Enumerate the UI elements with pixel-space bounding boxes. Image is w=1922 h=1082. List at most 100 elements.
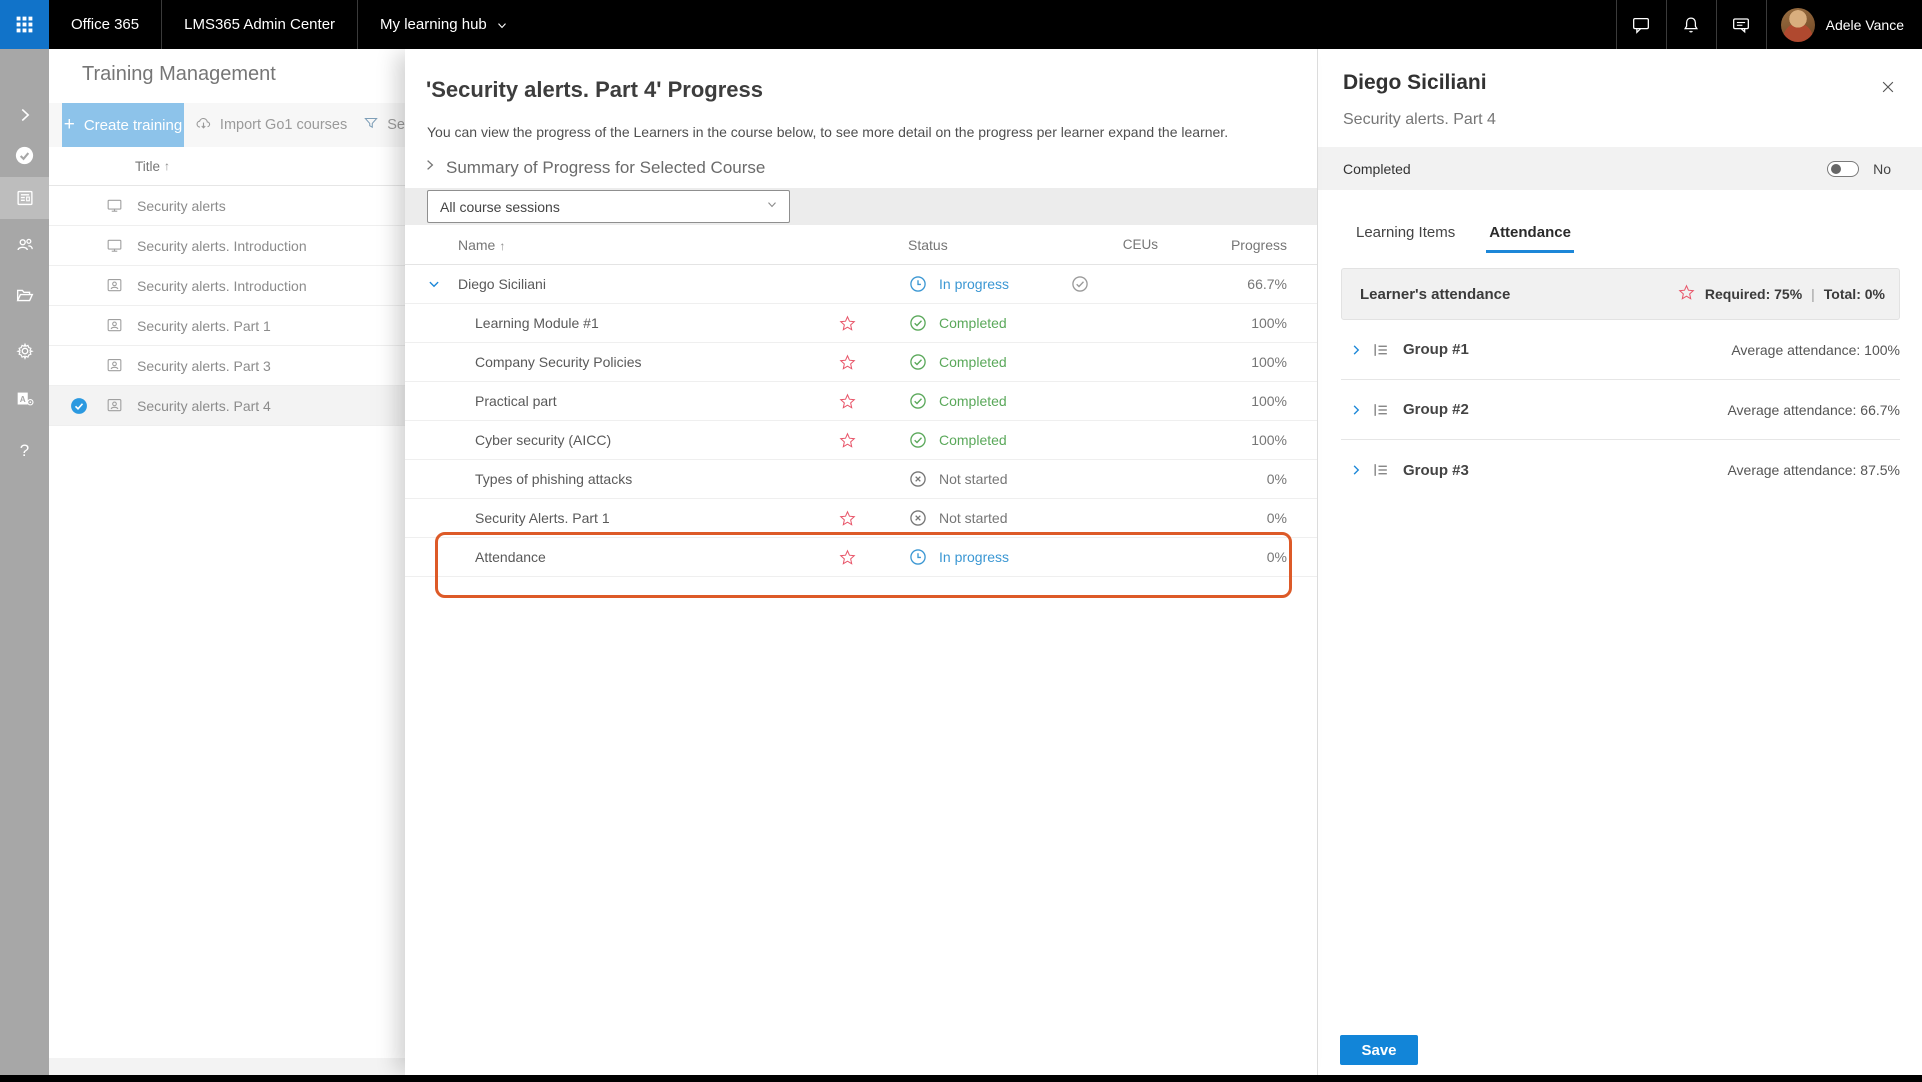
progress-value: 66.7%: [1182, 276, 1292, 292]
training-title: Security alerts. Part 3: [137, 358, 271, 374]
sidebar-item-training[interactable]: Security alerts. Part 3: [49, 346, 405, 386]
create-training-button[interactable]: + Create training: [62, 103, 184, 147]
group-list-icon: [1371, 400, 1403, 420]
name-column-header[interactable]: Name↑: [458, 237, 802, 253]
dialog-description: You can view the progress of the Learner…: [427, 124, 1287, 140]
star-icon: [1677, 283, 1696, 305]
person-frame-icon: [105, 316, 124, 335]
my-learning-hub-menu[interactable]: My learning hub: [358, 0, 531, 49]
session-filter-strip: All course sessions: [405, 188, 1317, 225]
group-list-icon: [1371, 340, 1403, 360]
summary-expander[interactable]: Summary of Progress for Selected Course: [422, 157, 765, 178]
x-circle-icon: [908, 508, 928, 528]
sidebar-item-training[interactable]: Security alerts. Part 1: [49, 306, 405, 346]
learning-item-name: Practical part: [458, 393, 802, 409]
progress-value: 0%: [1182, 510, 1292, 526]
chevron-right-icon[interactable]: [1341, 461, 1371, 479]
toggle-value: No: [1873, 161, 1891, 177]
sidebar-item-training[interactable]: Security alerts. Part 4: [49, 386, 405, 426]
app-launcher-icon[interactable]: [0, 0, 49, 49]
status-column-header[interactable]: Status: [892, 237, 1062, 253]
check-circle-icon[interactable]: [0, 134, 49, 176]
import-go1-courses-button[interactable]: Import Go1 courses: [194, 114, 347, 137]
status-cell: Not started: [892, 508, 1062, 528]
office-brand[interactable]: Office 365: [49, 0, 161, 49]
attendance-group-row[interactable]: Group #1Average attendance: 100%: [1341, 320, 1900, 380]
chevron-right-icon[interactable]: [1341, 401, 1371, 419]
divider: |: [1811, 286, 1815, 302]
funnel-icon: [362, 114, 380, 136]
star-icon: [802, 509, 892, 528]
my-learning-hub-label: My learning hub: [380, 16, 487, 33]
save-button[interactable]: Save: [1340, 1035, 1418, 1065]
clock-icon: [908, 274, 928, 294]
people-icon[interactable]: [0, 224, 49, 266]
window-bottom-border: [0, 1075, 1922, 1082]
attendance-group-row[interactable]: Group #2Average attendance: 66.7%: [1341, 380, 1900, 440]
sidebar-item-training[interactable]: Security alerts. Introduction: [49, 226, 405, 266]
course-subtitle: Security alerts. Part 4: [1343, 111, 1496, 129]
sidebar-footer-strip: [49, 1058, 405, 1075]
progress-table-row[interactable]: Company Security PoliciesCompleted100%: [405, 343, 1317, 382]
progress-table-row[interactable]: Practical partCompleted100%: [405, 382, 1317, 421]
training-title: Security alerts: [137, 198, 226, 214]
progress-value: 100%: [1182, 315, 1292, 331]
chevron-right-icon[interactable]: [1341, 341, 1371, 359]
translate-app-icon[interactable]: A: [0, 378, 49, 420]
title-column-header[interactable]: Title ↑: [49, 147, 405, 186]
progress-table-row[interactable]: AttendanceIn progress0%: [405, 538, 1317, 577]
star-icon: [802, 548, 892, 567]
training-list-icon[interactable]: [0, 177, 49, 219]
sidebar-item-training[interactable]: Security alerts: [49, 186, 405, 226]
status-label: Completed: [939, 315, 1007, 331]
progress-table-row[interactable]: Cyber security (AICC)Completed100%: [405, 421, 1317, 460]
selected-check-icon[interactable]: [69, 396, 89, 421]
filter-button[interactable]: Se: [362, 114, 405, 136]
tab-attendance[interactable]: Attendance: [1486, 224, 1574, 253]
course-progress-dialog: 'Security alerts. Part 4' Progress You c…: [405, 49, 1317, 1075]
user-menu[interactable]: Adele Vance: [1767, 0, 1922, 49]
toggle-switch[interactable]: [1827, 161, 1859, 177]
progress-table-row[interactable]: Learning Module #1Completed100%: [405, 304, 1317, 343]
ceus-column-header[interactable]: CEUs: [1062, 237, 1182, 252]
sidebar-toolbar: + Create training Import Go1 courses Se: [49, 103, 405, 147]
training-title: Security alerts. Part 4: [137, 398, 271, 414]
progress-table-row[interactable]: Types of phishing attacksNot started0%: [405, 460, 1317, 499]
gear-icon[interactable]: [0, 330, 49, 372]
completed-label: Completed: [1343, 161, 1411, 177]
learning-item-name: Company Security Policies: [458, 354, 802, 370]
avatar[interactable]: [1781, 8, 1815, 42]
sort-ascending-icon: ↑: [164, 159, 170, 173]
tab-learning-items[interactable]: Learning Items: [1353, 224, 1458, 253]
folder-icon[interactable]: [0, 274, 49, 316]
expand-rail-icon[interactable]: [0, 94, 49, 136]
chevron-down-icon[interactable]: [425, 275, 458, 293]
chat-icon[interactable]: [1617, 0, 1666, 49]
progress-table-row[interactable]: Diego SicilianiIn progress66.7%: [405, 265, 1317, 304]
progress-table: Diego SicilianiIn progress66.7%Learning …: [405, 265, 1317, 577]
sidebar-item-training[interactable]: Security alerts. Introduction: [49, 266, 405, 306]
learning-item-name: Security Alerts. Part 1: [458, 510, 802, 526]
attendance-group-row[interactable]: Group #3Average attendance: 87.5%: [1341, 440, 1900, 500]
progress-column-header[interactable]: Progress: [1182, 237, 1292, 253]
close-icon[interactable]: [1876, 75, 1900, 99]
training-title: Security alerts. Introduction: [137, 238, 307, 254]
bell-icon[interactable]: [1667, 0, 1716, 49]
completed-toggle[interactable]: No: [1827, 161, 1891, 177]
check-circle-icon: [908, 352, 928, 372]
person-frame-icon: [105, 396, 124, 415]
cloud-import-icon: [194, 114, 213, 137]
status-cell: In progress: [892, 274, 1062, 294]
admin-center-title[interactable]: LMS365 Admin Center: [162, 0, 357, 49]
office-top-bar: Office 365 LMS365 Admin Center My learni…: [0, 0, 1922, 49]
chevron-down-icon: [495, 18, 509, 32]
feedback-icon[interactable]: [1717, 0, 1766, 49]
check-circle-icon: [908, 430, 928, 450]
status-label: Completed: [939, 432, 1007, 448]
required-value: Required: 75%: [1705, 286, 1802, 302]
training-list: Security alerts Security alerts. Introduc…: [49, 186, 405, 426]
status-cell: Completed: [892, 391, 1062, 411]
help-icon[interactable]: ?: [0, 430, 49, 472]
course-sessions-dropdown[interactable]: All course sessions: [427, 190, 790, 223]
progress-table-row[interactable]: Security Alerts. Part 1 Not started 0%: [405, 499, 1317, 538]
